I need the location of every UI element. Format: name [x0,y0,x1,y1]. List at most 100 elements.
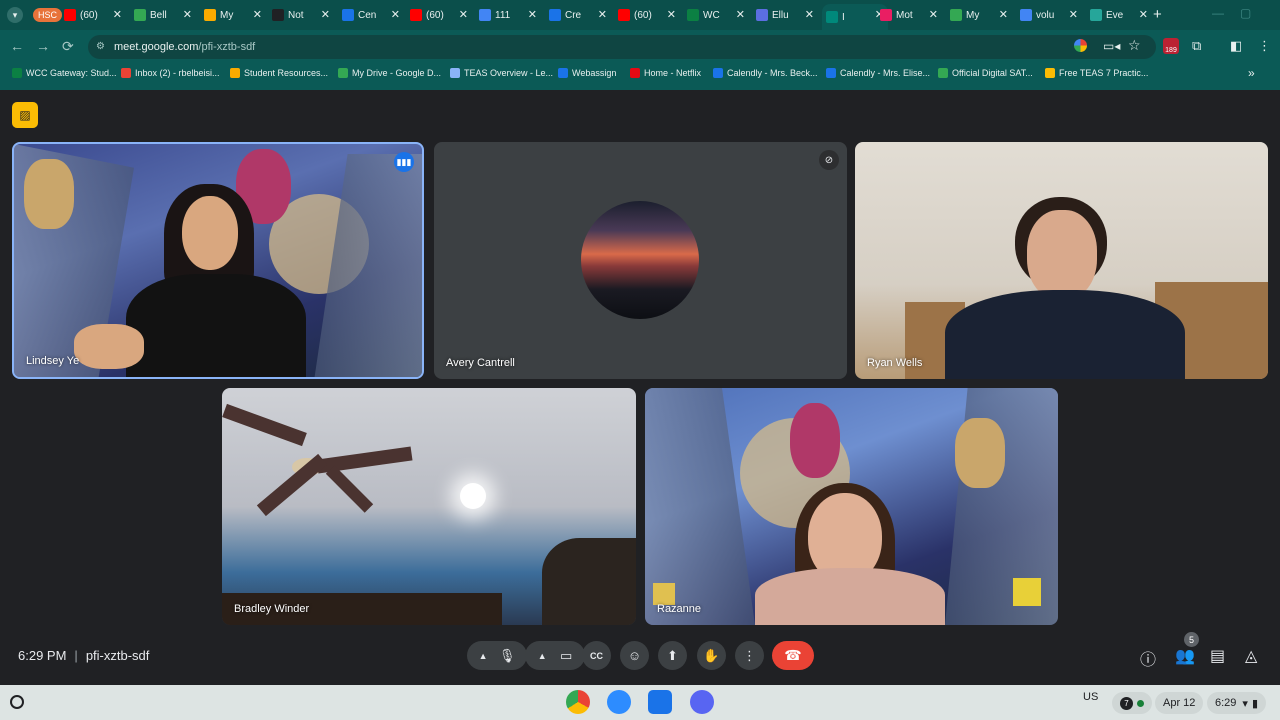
chat-icon[interactable]: ▤ [1210,646,1225,666]
launcher-icon[interactable] [10,695,24,709]
leave-call-button[interactable]: ☎ [772,641,814,670]
browser-tab[interactable]: Bell ✕ [130,4,196,26]
alien-character [955,418,1005,488]
forward-button[interactable]: → [36,38,50,54]
activities-icon[interactable]: ◬ [1245,646,1257,666]
close-tab-icon[interactable]: ✕ [929,8,938,21]
bookmark-item[interactable]: TEAS Overview - Le... [450,68,553,78]
browser-menu-icon[interactable]: ⋮ [1258,38,1271,54]
avatar [581,201,699,319]
bookmark-item[interactable]: Official Digital SAT... [938,68,1033,78]
fan-blade [222,403,307,447]
bookmark-item[interactable]: Inbox (2) - rbelbeisi... [121,68,220,78]
bookmark-item[interactable]: Free TEAS 7 Practic... [1045,68,1148,78]
bookmark-item[interactable]: Calendly - Mrs. Beck... [713,68,818,78]
browser-tab[interactable]: WC ✕ [683,4,749,26]
camera-icon[interactable]: ▭ [560,648,572,664]
browser-tab[interactable]: 111 ✕ [475,4,541,26]
url-text[interactable]: meet.google.com/pfi-xztb-sdf [114,41,255,53]
participant-name: Lindsey Ye [26,355,80,367]
status-dot-icon [1137,699,1144,707]
close-tab-icon[interactable]: ✕ [183,8,192,21]
close-tab-icon[interactable]: ✕ [1139,8,1148,21]
input-method[interactable]: US [1083,691,1098,703]
participant-tile[interactable]: ▮▮▮ Lindsey Ye [12,142,424,379]
notifications-tray[interactable]: 7 [1112,692,1152,714]
browser-tab[interactable]: Eve ✕ [1086,4,1152,26]
browser-tab[interactable]: My ✕ [946,4,1012,26]
close-tab-icon[interactable]: ✕ [528,8,537,21]
chrome-app-icon[interactable] [566,690,590,714]
bookmark-item[interactable]: Home - Netflix [630,68,701,78]
bookmark-item[interactable]: Student Resources... [230,68,328,78]
bookmark-item[interactable]: My Drive - Google D... [338,68,441,78]
discord-app-icon[interactable] [690,690,714,714]
files-app-icon[interactable] [648,690,672,714]
more-vert-icon: ⋮ [743,647,756,663]
maximize-icon[interactable]: ▢ [1240,6,1251,20]
browser-tab[interactable]: (60) ✕ [60,4,126,26]
browser-tab[interactable]: (60) ✕ [406,4,472,26]
browser-tab[interactable]: My ✕ [200,4,266,26]
mic-icon[interactable]: 🎙 [499,648,516,664]
raise-hand-button[interactable]: ✋ [697,641,726,670]
new-tab-button[interactable]: + [1153,6,1162,23]
captions-button[interactable]: CC [582,641,611,670]
participant-tile[interactable]: Bradley Winder [222,388,636,625]
bookmark-item[interactable]: WCC Gateway: Stud... [12,68,117,78]
status-area[interactable]: 6:29 ▾ ▮ [1207,692,1267,714]
reload-button[interactable]: ⟳ [62,38,74,55]
close-tab-icon[interactable]: ✕ [113,8,122,21]
close-tab-icon[interactable]: ✕ [736,8,745,21]
tab-title: Not [288,9,304,21]
reactions-button[interactable]: ☺ [620,641,649,670]
audio-options-chevron-icon[interactable]: ▲ [479,651,488,661]
participant-tile[interactable]: Ryan Wells [855,142,1268,379]
google-lens-icon[interactable] [1074,39,1087,52]
close-tab-icon[interactable]: ✕ [999,8,1008,21]
more-bookmarks-icon[interactable]: » [1248,66,1255,80]
browser-tab[interactable]: Cen ✕ [338,4,404,26]
bookmark-favicon-icon [450,68,460,78]
close-tab-icon[interactable]: ✕ [459,8,468,21]
bookmark-item[interactable]: Webassign [558,68,616,78]
site-info-icon[interactable]: ⚙ [96,41,105,52]
close-tab-icon[interactable]: ✕ [598,8,607,21]
more-options-button[interactable]: ⋮ [735,641,764,670]
tab-search-button[interactable]: ▾ [7,7,23,23]
zoom-app-icon[interactable] [607,690,631,714]
extensions-icon[interactable]: ⧉ [1192,38,1201,54]
bookmark-item[interactable]: Calendly - Mrs. Elise... [826,68,930,78]
close-tab-icon[interactable]: ✕ [391,8,400,21]
side-panel-icon[interactable]: ◧ [1230,38,1242,54]
browser-tab[interactable]: Not ✕ [268,4,334,26]
browser-tab[interactable]: volu ✕ [1016,4,1082,26]
close-tab-icon[interactable]: ✕ [321,8,330,21]
close-tab-icon[interactable]: ✕ [253,8,262,21]
date-tray[interactable]: Apr 12 [1155,692,1204,714]
participant-tile[interactable]: ⊘ Avery Cantrell [434,142,847,379]
browser-tab[interactable]: Mot ✕ [876,4,942,26]
minimize-icon[interactable]: — [1212,6,1224,20]
browser-tab[interactable]: Cre ✕ [545,4,611,26]
close-tab-icon[interactable]: ✕ [667,8,676,21]
camera-in-use-icon[interactable]: ▭◂ [1103,39,1120,53]
back-button[interactable]: ← [10,38,24,54]
video-options-chevron-icon[interactable]: ▲ [538,651,547,661]
emoji-icon: ☺ [627,648,642,663]
tab-group-chip[interactable]: HSC [33,8,63,22]
meeting-info-icon[interactable]: ⓘ [1140,646,1156,670]
meeting-status-icon[interactable]: ▨ [12,102,38,128]
mic-control[interactable]: ▲ 🎙 [467,641,527,670]
present-button[interactable]: ⬆ [658,641,687,670]
extension-badge-icon[interactable]: 189 [1163,38,1179,54]
browser-tab[interactable]: (60) ✕ [614,4,680,26]
people-icon[interactable]: 👥 [1175,646,1195,666]
browser-tab[interactable]: Ellu ✕ [752,4,818,26]
bookmark-star-icon[interactable]: ☆ [1128,37,1141,54]
participant-tile[interactable]: Razanne [645,388,1058,625]
close-tab-icon[interactable]: ✕ [1069,8,1078,21]
camera-control[interactable]: ▲ ▭ [525,641,585,670]
tab-favicon-icon [687,9,699,21]
close-tab-icon[interactable]: ✕ [805,8,814,21]
